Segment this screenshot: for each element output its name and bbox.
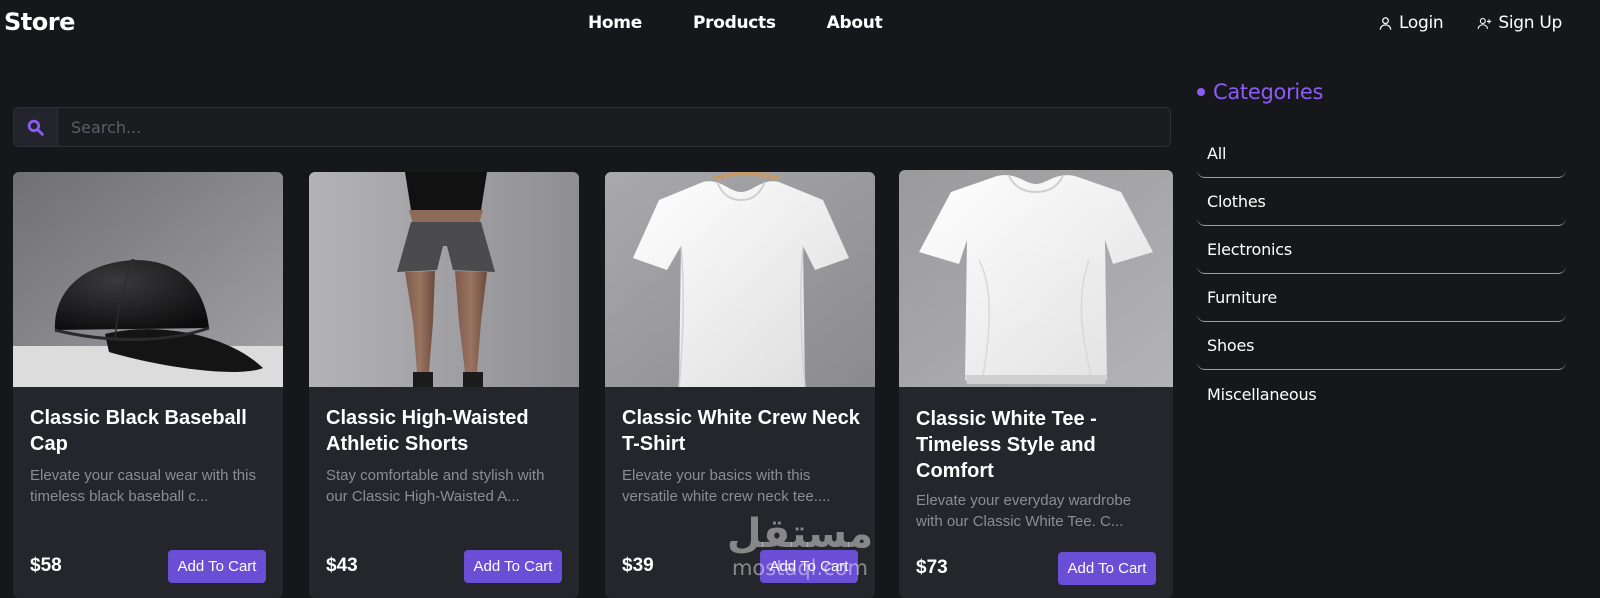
categories-title: Categories bbox=[1213, 80, 1324, 104]
add-to-cart-button[interactable]: Add To Cart bbox=[760, 550, 858, 583]
product-title: Classic High-Waisted Athletic Shorts bbox=[326, 407, 529, 455]
nav-products-link[interactable]: Products bbox=[693, 13, 776, 33]
product-description: Stay comfortable and stylish with our Cl… bbox=[326, 467, 545, 505]
product-price: $43 bbox=[326, 555, 358, 576]
category-item-shoes[interactable]: Shoes bbox=[1197, 322, 1566, 370]
signup-label: Sign Up bbox=[1498, 13, 1562, 33]
category-list: All Clothes Electronics Furniture Shoes … bbox=[1197, 130, 1566, 418]
product-card[interactable]: Classic Black Baseball Cap Elevate your … bbox=[13, 172, 283, 598]
category-item-electronics[interactable]: Electronics bbox=[1197, 226, 1566, 274]
product-card[interactable]: Classic High-Waisted Athletic Shorts Sta… bbox=[309, 172, 579, 598]
product-title: Classic Black Baseball Cap bbox=[30, 407, 247, 455]
user-plus-icon bbox=[1478, 17, 1492, 29]
category-item-clothes[interactable]: Clothes bbox=[1197, 178, 1566, 226]
add-to-cart-button[interactable]: Add To Cart bbox=[1058, 552, 1156, 585]
login-label: Login bbox=[1399, 13, 1444, 33]
product-image-white-tee bbox=[899, 170, 1173, 387]
product-price: $39 bbox=[622, 555, 654, 576]
product-title: Classic White Tee - Timeless Style and C… bbox=[916, 408, 1097, 482]
category-item-miscellaneous[interactable]: Miscellaneous bbox=[1197, 370, 1566, 418]
product-card[interactable]: Classic White Tee - Timeless Style and C… bbox=[899, 170, 1173, 598]
add-to-cart-button[interactable]: Add To Cart bbox=[168, 550, 266, 583]
product-image-crew-neck-tshirt bbox=[605, 172, 875, 387]
category-item-furniture[interactable]: Furniture bbox=[1197, 274, 1566, 322]
bullet-icon bbox=[1197, 88, 1205, 96]
product-price: $58 bbox=[30, 555, 62, 576]
categories-sidebar: Categories All Clothes Electronics Furni… bbox=[1197, 80, 1566, 404]
product-price: $73 bbox=[916, 557, 948, 578]
category-item-all[interactable]: All bbox=[1197, 130, 1566, 178]
nav-home-link[interactable]: Home bbox=[588, 13, 642, 33]
product-description: Elevate your casual wear with this timel… bbox=[30, 467, 256, 505]
product-description: Elevate your everyday wardrobe with our … bbox=[916, 492, 1132, 530]
auth-links: Login Sign Up bbox=[1378, 13, 1562, 33]
login-link[interactable]: Login bbox=[1378, 13, 1444, 33]
product-grid: Classic Black Baseball Cap Elevate your … bbox=[13, 170, 1173, 598]
search-button[interactable] bbox=[14, 108, 58, 146]
categories-heading: Categories bbox=[1197, 80, 1566, 104]
product-description: Elevate your basics with this versatile … bbox=[622, 467, 831, 505]
search-input[interactable] bbox=[58, 108, 1170, 146]
product-image-baseball-cap bbox=[13, 172, 283, 387]
signup-link[interactable]: Sign Up bbox=[1477, 13, 1562, 33]
product-image-athletic-shorts bbox=[309, 172, 579, 387]
add-to-cart-button[interactable]: Add To Cart bbox=[464, 550, 562, 583]
product-title: Classic White Crew Neck T-Shirt bbox=[622, 407, 860, 455]
search-icon bbox=[27, 119, 44, 136]
brand-logo[interactable]: Store bbox=[4, 8, 75, 36]
navbar: Store Home Products About Login Sign Up bbox=[0, 0, 1600, 46]
nav-about-link[interactable]: About bbox=[827, 13, 883, 33]
user-icon bbox=[1379, 16, 1392, 30]
product-card[interactable]: Classic White Crew Neck T-Shirt Elevate … bbox=[605, 172, 875, 598]
main-nav: Home Products About bbox=[588, 13, 933, 33]
search-bar bbox=[13, 107, 1171, 147]
